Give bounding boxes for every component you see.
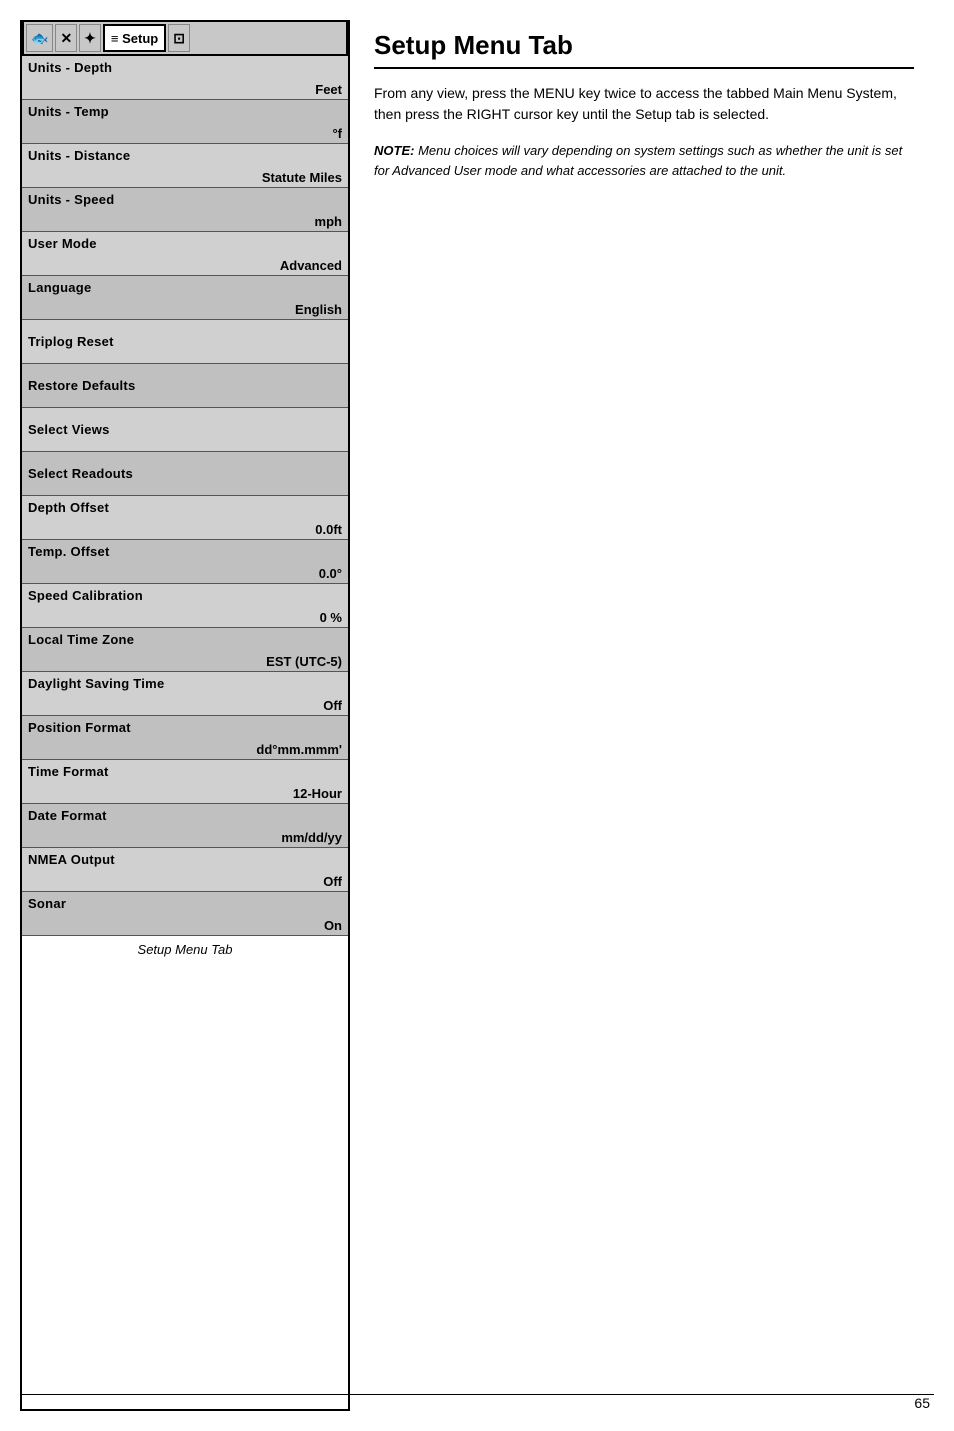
menu-item-units-depth[interactable]: Units - Depth Feet: [22, 56, 348, 100]
menu-item-value-position-format: dd°mm.mmm': [256, 742, 342, 757]
menu-item-label-depth-offset: Depth Offset: [28, 500, 342, 515]
menu-item-local-time-zone[interactable]: Local Time Zone EST (UTC-5): [22, 628, 348, 672]
menu-item-value-depth-offset: 0.0ft: [315, 522, 342, 537]
menu-item-value-units-distance: Statute Miles: [262, 170, 342, 185]
menu-item-temp-offset[interactable]: Temp. Offset 0.0°: [22, 540, 348, 584]
menu-item-time-format[interactable]: Time Format 12-Hour: [22, 760, 348, 804]
menu-item-value-sonar: On: [324, 918, 342, 933]
menu-item-value-language: English: [295, 302, 342, 317]
menu-item-restore-defaults[interactable]: Restore Defaults: [22, 364, 348, 408]
menu-item-label-restore-defaults: Restore Defaults: [28, 378, 135, 393]
menu-item-label-units-distance: Units - Distance: [28, 148, 342, 163]
menu-item-user-mode[interactable]: User Mode Advanced: [22, 232, 348, 276]
menu-item-label-date-format: Date Format: [28, 808, 342, 823]
menu-item-sonar[interactable]: Sonar On: [22, 892, 348, 936]
note-body: Menu choices will vary depending on syst…: [374, 143, 902, 178]
menu-item-label-nmea-output: NMEA Output: [28, 852, 342, 867]
menu-item-value-local-time-zone: EST (UTC-5): [266, 654, 342, 669]
menu-list: Units - Depth Feet Units - Temp °f Units - D…: [22, 56, 348, 936]
setup-tab[interactable]: ≡ Setup: [103, 24, 166, 52]
note-prefix: NOTE:: [374, 143, 414, 158]
menu-item-label-units-temp: Units - Temp: [28, 104, 342, 119]
menu-item-value-speed-calibration: 0 %: [320, 610, 342, 625]
menu-item-value-user-mode: Advanced: [280, 258, 342, 273]
menu-item-daylight-saving[interactable]: Daylight Saving Time Off: [22, 672, 348, 716]
menu-item-value-daylight-saving: Off: [323, 698, 342, 713]
menu-item-label-select-readouts: Select Readouts: [28, 466, 133, 481]
menu-item-label-triplog-reset: Triplog Reset: [28, 334, 114, 349]
star-icon[interactable]: ✦: [79, 24, 101, 52]
menu-item-label-units-speed: Units - Speed: [28, 192, 342, 207]
menu-item-position-format[interactable]: Position Format dd°mm.mmm': [22, 716, 348, 760]
setup-tab-label: ≡ Setup: [111, 31, 158, 46]
menu-item-label-position-format: Position Format: [28, 720, 342, 735]
menu-item-label-language: Language: [28, 280, 342, 295]
menu-item-value-nmea-output: Off: [323, 874, 342, 889]
menu-item-label-local-time-zone: Local Time Zone: [28, 632, 342, 647]
menu-item-value-units-speed: mph: [315, 214, 342, 229]
menu-item-value-units-depth: Feet: [315, 82, 342, 97]
menu-item-value-date-format: mm/dd/yy: [281, 830, 342, 845]
menu-item-depth-offset[interactable]: Depth Offset 0.0ft: [22, 496, 348, 540]
left-panel: 🐟 ✕ ✦ ≡ Setup ⊡ Units - DepthFeetUnits -…: [20, 20, 350, 1411]
page-title: Setup Menu Tab: [374, 30, 914, 69]
x-icon[interactable]: ✕: [55, 24, 77, 52]
menu-item-value-units-temp: °f: [332, 126, 342, 141]
menu-item-units-distance[interactable]: Units - Distance Statute Miles: [22, 144, 348, 188]
menu-item-triplog-reset[interactable]: Triplog Reset: [22, 320, 348, 364]
menu-item-label-sonar: Sonar: [28, 896, 342, 911]
menu-item-label-user-mode: User Mode: [28, 236, 342, 251]
menu-item-nmea-output[interactable]: NMEA Output Off: [22, 848, 348, 892]
menu-caption: Setup Menu Tab: [22, 936, 348, 959]
menu-item-speed-calibration[interactable]: Speed Calibration 0 %: [22, 584, 348, 628]
menu-item-date-format[interactable]: Date Format mm/dd/yy: [22, 804, 348, 848]
bottom-rule: [20, 1394, 934, 1395]
menu-item-label-temp-offset: Temp. Offset: [28, 544, 342, 559]
menu-item-language[interactable]: Language English: [22, 276, 348, 320]
menu-item-label-daylight-saving: Daylight Saving Time: [28, 676, 342, 691]
tab-bar: 🐟 ✕ ✦ ≡ Setup ⊡: [22, 20, 348, 56]
camera-icon[interactable]: ⊡: [168, 24, 190, 52]
fish-icon[interactable]: 🐟: [26, 24, 53, 52]
menu-item-label-speed-calibration: Speed Calibration: [28, 588, 342, 603]
menu-item-label-select-views: Select Views: [28, 422, 110, 437]
menu-item-label-units-depth: Units - Depth: [28, 60, 342, 75]
menu-item-value-temp-offset: 0.0°: [319, 566, 342, 581]
menu-item-select-readouts[interactable]: Select Readouts: [22, 452, 348, 496]
right-panel: Setup Menu Tab From any view, press the …: [350, 20, 934, 1411]
page-number: 65: [914, 1395, 930, 1411]
menu-item-select-views[interactable]: Select Views: [22, 408, 348, 452]
intro-text: From any view, press the MENU key twice …: [374, 83, 914, 125]
menu-item-value-time-format: 12-Hour: [293, 786, 342, 801]
menu-item-label-time-format: Time Format: [28, 764, 342, 779]
menu-item-units-speed[interactable]: Units - Speed mph: [22, 188, 348, 232]
menu-item-units-temp[interactable]: Units - Temp °f: [22, 100, 348, 144]
note-text: NOTE: Menu choices will vary depending o…: [374, 141, 914, 180]
